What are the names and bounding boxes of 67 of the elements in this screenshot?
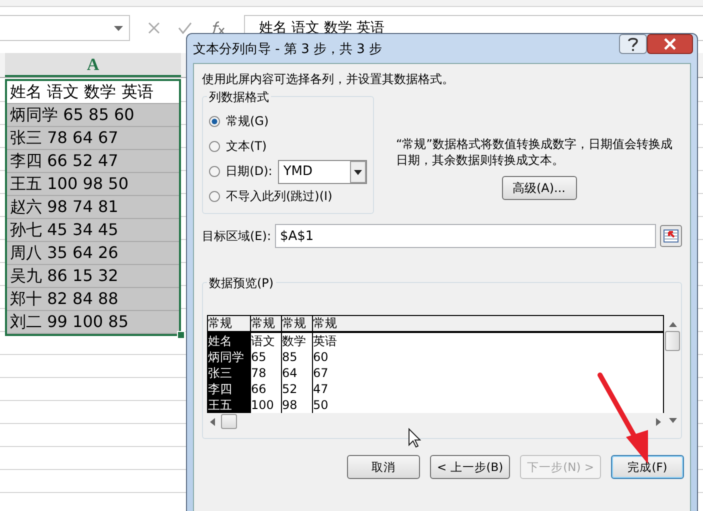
preview-cell-text: 64 (282, 365, 298, 381)
column-format[interactable]: 常规 (282, 316, 312, 333)
group-label: 列数据格式 (207, 89, 271, 106)
preview-cell-text: 英语 (313, 333, 338, 349)
target-field[interactable]: $A$1 (275, 224, 656, 248)
help-icon[interactable] (619, 34, 647, 54)
field-label: 目标区域(E): (202, 228, 271, 244)
dialog-button[interactable]: 取消 (346, 455, 420, 479)
dialog-button[interactable]: < 上一步(B) (430, 455, 510, 479)
option-label[interactable]: 日期(D): (226, 163, 272, 180)
table-cell: 姓名 语文 数学 英语 (7, 81, 179, 104)
radio-button[interactable] (209, 191, 220, 202)
preview-cell-text: 66 (251, 381, 268, 397)
radio-button[interactable] (209, 116, 220, 127)
radio-button[interactable] (209, 166, 220, 177)
window-title: 文本分列向导 - 第 3 步，共 3 步 (193, 40, 382, 58)
preview-cell-text: 98 (282, 397, 298, 413)
preview-cell-text: 85 (282, 349, 298, 365)
table-cell: 孙七 45 34 45 (7, 219, 179, 242)
table-cell: 王五 100 98 50 (7, 173, 179, 196)
option-label[interactable]: 文本(T) (226, 138, 267, 155)
date-format-dropdown[interactable]: YMD (278, 160, 367, 184)
table-cell: 张三 78 64 67 (7, 127, 179, 150)
caret-icon (114, 26, 123, 30)
preview-cell-text: 60 (313, 349, 330, 365)
preview-cell-text: 100 (251, 397, 275, 413)
table-cell: 李四 66 52 47 (7, 150, 179, 173)
option-label[interactable]: 不导入此列(跳过)(I) (226, 188, 332, 205)
advanced-button[interactable]: 高级(A)... (502, 176, 576, 200)
scroll-up-icon[interactable] (668, 321, 676, 327)
preview-cell-text: 52 (282, 381, 298, 397)
column-format[interactable]: 常规 (251, 316, 281, 333)
scroll-thumb[interactable] (665, 331, 680, 351)
column-header[interactable]: A (5, 53, 181, 77)
description-text: “常规”数据格式将数值转换成数字，日期值会转换成日期，其余数据则转换成文本。 (396, 136, 674, 168)
scroll-right-icon[interactable] (654, 418, 662, 426)
table-cell: 刘二 99 100 85 (7, 311, 179, 334)
mouse-cursor-icon (408, 428, 421, 448)
scroll-left-icon[interactable] (209, 418, 217, 426)
fill-handle[interactable] (177, 331, 185, 339)
table-cell: 郑十 82 84 88 (7, 288, 179, 311)
scroll-down-icon[interactable] (668, 418, 676, 424)
table-cell: 周八 35 64 26 (7, 242, 179, 265)
close-icon[interactable] (647, 34, 693, 54)
function-icon[interactable] (210, 21, 226, 35)
scroll-thumb[interactable] (221, 414, 237, 429)
preview-cell-text: 50 (313, 397, 330, 413)
option-label[interactable]: 常规(G) (226, 113, 269, 130)
table-cell: 炳同学 65 85 60 (7, 104, 179, 127)
preview-cell-text: 47 (313, 381, 330, 397)
group-label: 数据预览(P) (207, 275, 276, 292)
preview-cell-text: 67 (313, 365, 330, 381)
caret-icon (350, 160, 366, 182)
preview-cell-text: 65 (251, 349, 268, 365)
column-format[interactable]: 常规 (208, 316, 250, 333)
preview-cell-text: 语文 (251, 333, 276, 349)
radio-button[interactable] (209, 141, 220, 152)
column-format[interactable]: 常规 (313, 316, 663, 333)
table-cell: 赵六 98 74 81 (7, 196, 179, 219)
range-picker-icon[interactable] (660, 225, 682, 247)
dialog-button[interactable]: 完成(F) (611, 455, 684, 479)
data-preview[interactable]: 常规 姓名 炳同学 张三 李四 王五 常规 语文 65 78 66 100 常规 数学 85 64 52 98 常规 英语 60 67 47 50 (207, 315, 664, 430)
check-icon[interactable] (178, 22, 192, 34)
preview-cell-text: 数学 (282, 333, 307, 349)
instruction-text: 使用此屏内容可选择各列，并设置其数据格式。 (202, 71, 455, 88)
table-cell: 吴九 86 15 32 (7, 265, 179, 288)
preview-cell-text: 78 (251, 365, 268, 381)
